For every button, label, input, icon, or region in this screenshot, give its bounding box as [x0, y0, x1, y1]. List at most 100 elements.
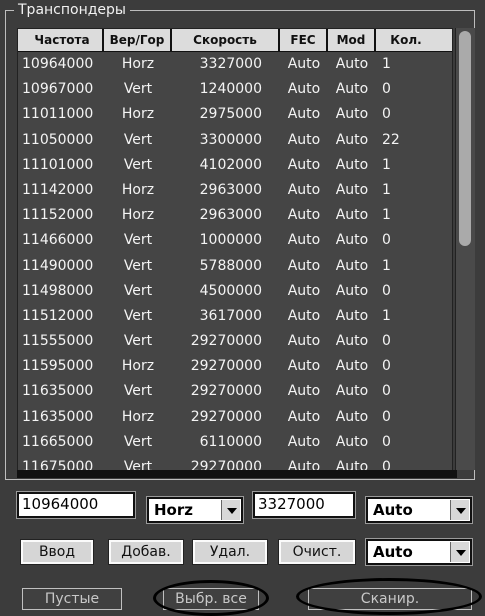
header-symbol-rate[interactable]: Скорость	[172, 29, 280, 51]
cell-count: 22	[382, 131, 400, 148]
cell-count: 1	[382, 307, 391, 324]
header-fec[interactable]: FEC	[280, 29, 328, 51]
clear-button[interactable]: Очист.	[279, 540, 355, 564]
cell-count: 0	[382, 81, 391, 98]
scan-button[interactable]: Сканир.	[308, 588, 472, 610]
cell-symbol-rate: 29270000	[190, 333, 262, 350]
delete-button[interactable]: Удал.	[193, 540, 267, 564]
header-frequency[interactable]: Частота	[18, 29, 104, 51]
chevron-down-icon[interactable]	[450, 500, 469, 520]
cell-polarization: Vert	[123, 433, 153, 450]
table-row[interactable]: 11665000 Vert 6110000 Auto Auto 0	[18, 430, 452, 455]
cell-modulation: Auto	[335, 56, 369, 72]
group-title: Транспондеры	[14, 2, 130, 18]
cell-polarization: Vert	[123, 307, 153, 324]
table-row[interactable]: 11555000 Vert 29270000 Auto Auto 0	[18, 329, 452, 354]
symbol-rate-input[interactable]: 3327000	[253, 492, 355, 518]
cell-count: 0	[382, 383, 391, 400]
cell-polarization: Vert	[123, 282, 153, 299]
table-row[interactable]: 11101000 Vert 4102000 Auto Auto 1	[18, 153, 452, 178]
table-scrollbar[interactable]	[455, 28, 475, 470]
cell-symbol-rate: 2963000	[199, 181, 262, 198]
cell-frequency: 11466000	[22, 232, 94, 249]
cell-modulation: Auto	[335, 181, 369, 198]
header-count[interactable]: Кол.	[376, 29, 430, 51]
add-button[interactable]: Добав.	[109, 540, 183, 564]
cell-polarization: Horz	[121, 408, 155, 425]
table-row[interactable]: 11142000 Horz 2963000 Auto Auto 1	[18, 178, 452, 203]
table-row[interactable]: 11466000 Vert 1000000 Auto Auto 0	[18, 228, 452, 253]
cell-polarization: Horz	[121, 207, 155, 224]
table-row[interactable]: 11011000 Horz 2975000 Auto Auto 0	[18, 102, 452, 127]
polarization-value: Horz	[154, 501, 193, 519]
cell-modulation: Auto	[335, 106, 369, 123]
cell-frequency: 11512000	[22, 307, 94, 324]
table-row[interactable]: 11635000 Horz 29270000 Auto Auto 0	[18, 405, 452, 430]
cell-count: 0	[382, 433, 391, 450]
cell-count: 1	[382, 181, 391, 198]
cell-symbol-rate: 29270000	[190, 383, 262, 400]
select-all-button[interactable]: Выбр. все	[163, 588, 259, 610]
scrollbar-thumb[interactable]	[459, 31, 471, 246]
chevron-down-icon[interactable]	[221, 500, 240, 520]
header-polarization[interactable]: Вер/Гор	[104, 29, 172, 51]
cell-symbol-rate: 1240000	[199, 81, 262, 98]
cell-frequency: 11555000	[22, 333, 94, 350]
table-bottom-edge	[17, 470, 457, 478]
table-row[interactable]: 11152000 Horz 2963000 Auto Auto 1	[18, 203, 452, 228]
cell-fec: Auto	[287, 433, 321, 450]
table-row[interactable]: 11498000 Vert 4500000 Auto Auto 0	[18, 279, 452, 304]
empty-button[interactable]: Пустые	[22, 588, 122, 610]
cell-modulation: Auto	[335, 383, 369, 400]
chevron-down-icon[interactable]	[450, 542, 469, 562]
cell-fec: Auto	[287, 232, 321, 249]
cell-fec: Auto	[287, 56, 321, 72]
cell-polarization: Horz	[121, 106, 155, 123]
cell-fec: Auto	[287, 307, 321, 324]
table-row[interactable]: 11635000 Vert 29270000 Auto Auto 0	[18, 379, 452, 404]
cell-modulation: Auto	[335, 232, 369, 249]
polarization-select[interactable]: Horz	[147, 497, 243, 523]
cell-fec: Auto	[287, 383, 321, 400]
cell-symbol-rate: 29270000	[190, 358, 262, 375]
cell-symbol-rate: 3300000	[199, 131, 262, 148]
cell-modulation: Auto	[335, 307, 369, 324]
modulation-select[interactable]: Auto	[366, 539, 472, 565]
table-row[interactable]: 11595000 Horz 29270000 Auto Auto 0	[18, 354, 452, 379]
cell-count: 0	[382, 232, 391, 249]
cell-count: 0	[382, 106, 391, 123]
cell-fec: Auto	[287, 207, 321, 224]
table-row[interactable]: 11050000 Vert 3300000 Auto Auto 22	[18, 128, 452, 153]
cell-fec: Auto	[287, 257, 321, 274]
cell-modulation: Auto	[335, 433, 369, 450]
cell-frequency: 11498000	[22, 282, 94, 299]
cell-modulation: Auto	[335, 408, 369, 425]
cell-polarization: Vert	[123, 81, 153, 98]
cell-polarization: Vert	[123, 131, 153, 148]
cell-count: 0	[382, 408, 391, 425]
header-modulation[interactable]: Mod	[328, 29, 376, 51]
enter-button[interactable]: Ввод	[21, 540, 93, 564]
cell-polarization: Horz	[121, 181, 155, 198]
table-row[interactable]: 10964000 Horz 3327000 Auto Auto 1	[18, 52, 452, 77]
cell-frequency: 11490000	[22, 257, 94, 274]
cell-symbol-rate: 4102000	[199, 156, 262, 173]
table-row[interactable]: 11512000 Vert 3617000 Auto Auto 1	[18, 304, 452, 329]
fec-select[interactable]: Auto	[366, 497, 472, 523]
cell-fec: Auto	[287, 156, 321, 173]
table-row[interactable]: 10967000 Vert 1240000 Auto Auto 0	[18, 77, 452, 102]
cell-count: 1	[382, 56, 391, 72]
cell-modulation: Auto	[335, 81, 369, 98]
cell-modulation: Auto	[335, 282, 369, 299]
table-row[interactable]: 11490000 Vert 5788000 Auto Auto 1	[18, 254, 452, 279]
cell-frequency: 11595000	[22, 358, 94, 375]
cell-count: 0	[382, 358, 391, 375]
cell-modulation: Auto	[335, 358, 369, 375]
transponder-table[interactable]: Частота Вер/Гор Скорость FEC Mod Кол. 1 0…	[17, 28, 453, 478]
cell-count: 1	[382, 207, 391, 224]
frequency-input[interactable]: 10964000	[17, 492, 135, 518]
cell-frequency: 11635000	[22, 383, 94, 400]
cell-polarization: Vert	[123, 156, 153, 173]
cell-symbol-rate: 4500000	[199, 282, 262, 299]
cell-count: 1	[382, 257, 391, 274]
